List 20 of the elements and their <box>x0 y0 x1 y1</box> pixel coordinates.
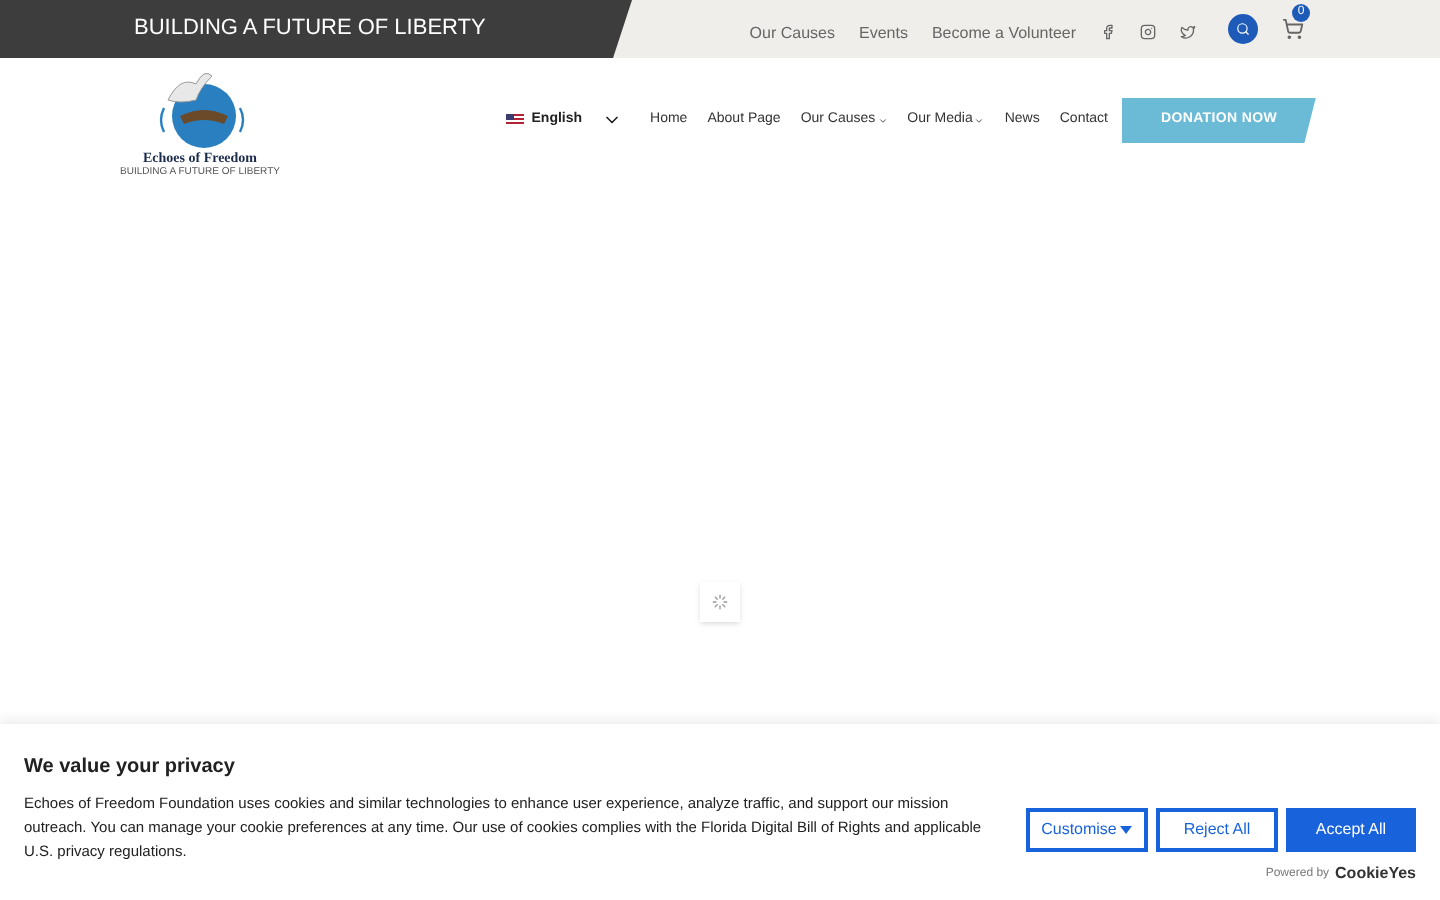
twitter-icon[interactable] <box>1180 24 1196 40</box>
cart-icon[interactable] <box>1282 18 1304 40</box>
instagram-icon[interactable] <box>1140 24 1156 40</box>
search-button[interactable] <box>1228 14 1258 44</box>
site-tagline: BUILDING A FUTURE OF LIBERTY <box>134 14 486 45</box>
cookieyes-logo[interactable]: CookieYes <box>1335 862 1416 886</box>
top-link[interactable]: Become a Volunteer <box>931 13 1076 45</box>
search-icon <box>1236 22 1250 36</box>
facebook-icon[interactable] <box>1100 24 1116 40</box>
cookie-title: We value your privacy <box>24 754 237 782</box>
caret-icon <box>1120 826 1133 834</box>
cookie-button[interactable]: Accept All <box>1286 808 1416 852</box>
top-link[interactable]: Our Causes <box>749 13 835 45</box>
top-link[interactable]: Events <box>858 13 908 45</box>
cookie-button[interactable]: Customise <box>1026 808 1148 852</box>
flag-icon <box>505 114 524 126</box>
loading-spinner-icon <box>700 582 740 622</box>
chevron-down-icon <box>877 115 888 125</box>
chevron-down-icon <box>974 115 985 125</box>
cookie-button[interactable]: Reject All <box>1156 808 1278 852</box>
